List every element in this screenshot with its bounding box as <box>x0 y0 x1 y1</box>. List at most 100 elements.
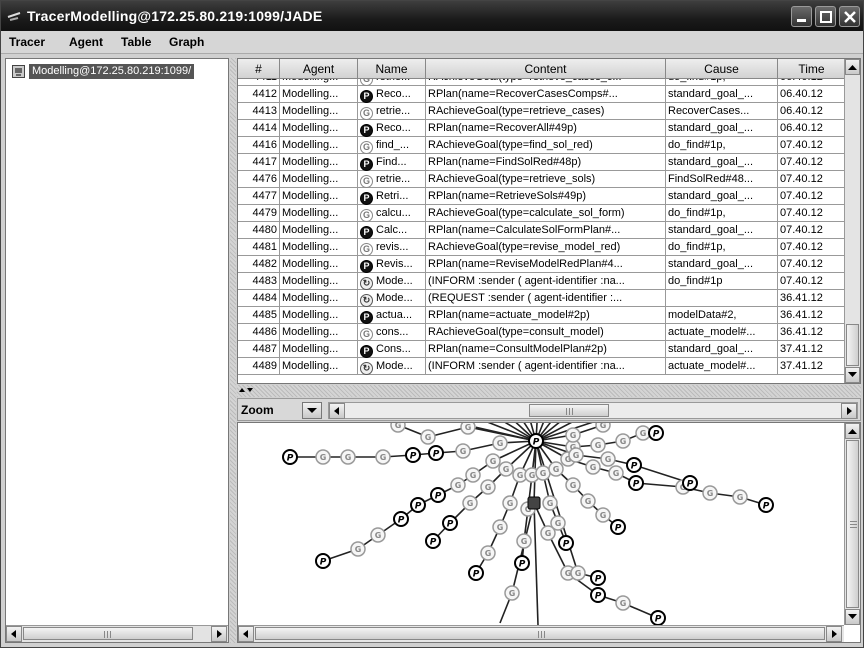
scroll-down-button[interactable] <box>845 367 860 383</box>
hub-plan-node-icon[interactable]: P <box>528 433 544 449</box>
scroll-left-button[interactable] <box>329 403 345 419</box>
table-row[interactable]: 4487 Modelling... P Cons... RPlan(name=Consu… <box>238 341 846 358</box>
goal-node-icon[interactable]: G <box>565 477 581 493</box>
table-row[interactable]: 4480 Modelling... P Calc... RPlan(name=Calcu… <box>238 222 846 239</box>
table-row[interactable]: 4486 Modelling... Gcons... RAchieveGoal(typ… <box>238 324 846 341</box>
goal-node-icon[interactable]: G <box>455 443 471 459</box>
plan-node-icon[interactable]: P <box>468 565 484 581</box>
table-row[interactable]: 4489 Modelling... ↻ Mode... (INFORM :sender … <box>238 358 846 375</box>
table-row[interactable]: 4414 Modelling... P Reco... RPlan(name=Recov… <box>238 120 846 137</box>
goal-node-icon[interactable]: G <box>502 495 518 511</box>
plan-node-icon[interactable]: P <box>405 447 421 463</box>
goal-node-icon[interactable]: G <box>568 447 584 463</box>
title-bar[interactable]: TracerModelling@172.25.80.219:1099/JADE <box>1 1 863 31</box>
goal-node-icon[interactable]: G <box>465 467 481 483</box>
plan-node-icon[interactable]: P <box>393 511 409 527</box>
menu-graph[interactable]: Graph <box>169 35 204 49</box>
goal-node-icon[interactable]: G <box>635 425 651 441</box>
menu-agent[interactable]: Agent <box>69 35 103 49</box>
column-header-cause[interactable]: Cause <box>666 59 778 79</box>
vertical-splitter[interactable] <box>230 58 236 643</box>
scroll-thumb[interactable] <box>23 627 193 640</box>
scroll-up-button[interactable] <box>845 423 860 439</box>
scroll-up-button[interactable] <box>845 59 860 75</box>
zoom-scroll-thumb[interactable] <box>529 404 609 417</box>
plan-node-icon[interactable]: P <box>628 475 644 491</box>
goal-node-icon[interactable]: G <box>504 585 520 601</box>
goal-node-icon[interactable]: G <box>570 565 586 581</box>
scroll-thumb[interactable] <box>255 627 825 640</box>
table-row[interactable]: 4479 Modelling... Gcalcu... RAchieveGoal(ty… <box>238 205 846 222</box>
column-header-agent[interactable]: Agent <box>280 59 358 79</box>
column-header-number[interactable]: # <box>238 59 280 79</box>
close-button[interactable] <box>839 6 860 27</box>
menu-tracer[interactable]: Tracer <box>9 35 45 49</box>
goal-node-icon[interactable]: G <box>565 427 581 443</box>
scroll-thumb[interactable] <box>846 440 859 608</box>
table-row[interactable]: 4413 Modelling... Gretrie... RAchieveGoal(t… <box>238 103 846 120</box>
goal-node-icon[interactable]: G <box>375 449 391 465</box>
scroll-right-button[interactable] <box>211 626 227 642</box>
goal-node-icon[interactable]: G <box>585 459 601 475</box>
table-row[interactable]: 4477 Modelling... P Retri... RPlan(name=Retr… <box>238 188 846 205</box>
goal-node-icon[interactable]: G <box>315 449 331 465</box>
goal-node-icon[interactable]: G <box>350 541 366 557</box>
column-header-name[interactable]: Name <box>358 59 426 79</box>
table-row[interactable]: 4417 Modelling... P Find... RPlan(name=FindS… <box>238 154 846 171</box>
column-header-content[interactable]: Content <box>426 59 666 79</box>
table-vertical-scrollbar[interactable] <box>844 59 860 383</box>
plan-node-icon[interactable]: P <box>682 475 698 491</box>
plan-node-icon[interactable]: P <box>648 425 664 441</box>
goal-node-icon[interactable]: G <box>420 429 436 445</box>
scroll-right-button[interactable] <box>826 626 842 642</box>
goal-node-icon[interactable]: G <box>492 519 508 535</box>
goal-node-icon[interactable]: G <box>732 489 748 505</box>
goal-node-icon[interactable]: G <box>340 449 356 465</box>
table-row[interactable]: 4416 Modelling... Gfind_... RAchieveGoal(ty… <box>238 137 846 154</box>
goal-node-icon[interactable]: G <box>608 465 624 481</box>
maximize-button[interactable] <box>815 6 836 27</box>
plan-node-icon[interactable]: P <box>590 570 606 586</box>
plan-node-icon[interactable]: P <box>610 519 626 535</box>
table-row[interactable]: 4483 Modelling... ↻ Mode... (INFORM :sender … <box>238 273 846 290</box>
goal-node-icon[interactable]: G <box>702 485 718 501</box>
goal-node-icon[interactable]: G <box>595 423 611 433</box>
plan-node-icon[interactable]: P <box>626 457 642 473</box>
table-row[interactable]: 4412 Modelling... P Reco... RPlan(name=Recov… <box>238 86 846 103</box>
goal-node-icon[interactable]: G <box>535 465 551 481</box>
tree-horizontal-scrollbar[interactable] <box>6 625 228 642</box>
goal-node-icon[interactable]: G <box>450 477 466 493</box>
table-row[interactable]: 4411Modelling...Gretrie...RAchieveGoal(t… <box>238 79 846 86</box>
graph-vertical-scrollbar[interactable] <box>844 423 860 625</box>
scroll-right-button[interactable] <box>841 403 857 419</box>
plan-node-icon[interactable]: P <box>514 555 530 571</box>
table-row[interactable]: 4482 Modelling... P Revis... RPlan(name=Revi… <box>238 256 846 273</box>
plan-node-icon[interactable]: P <box>590 587 606 603</box>
plan-node-icon[interactable]: P <box>558 535 574 551</box>
goal-node-icon[interactable]: G <box>485 453 501 469</box>
graph-canvas[interactable]: GGGGGPPGGGP GGGPPPGGPGGGPPGGGGPGGGPGGGPGG… <box>238 423 844 625</box>
zoom-scrollbar[interactable] <box>328 402 858 419</box>
scroll-down-button[interactable] <box>845 609 860 625</box>
goal-node-icon[interactable]: G <box>548 461 564 477</box>
tree-item-modelling[interactable]: Modelling@172.25.80.219:1099/ <box>12 63 195 80</box>
goal-node-icon[interactable]: G <box>390 423 406 433</box>
goal-node-icon[interactable]: G <box>492 435 508 451</box>
goal-plan-graph[interactable]: GGGGGPPGGGPGGGPPPGGPGGGPPGGGGPGGGPGGGPGG… <box>237 422 861 643</box>
goal-node-icon[interactable]: G <box>600 451 616 467</box>
plan-node-icon[interactable]: P <box>430 487 446 503</box>
goal-node-icon[interactable]: G <box>542 495 558 511</box>
scroll-left-button[interactable] <box>238 626 254 642</box>
goal-node-icon[interactable]: G <box>595 507 611 523</box>
scroll-thumb[interactable] <box>846 324 859 366</box>
plan-node-icon[interactable]: P <box>758 497 774 513</box>
column-header-time[interactable]: Time <box>778 59 846 79</box>
plan-node-icon[interactable]: P <box>428 445 444 461</box>
table-row[interactable]: 4484 Modelling... ↻ Mode... (REQUEST :sender… <box>238 290 846 307</box>
goal-node-icon[interactable]: G <box>516 533 532 549</box>
goal-node-icon[interactable]: G <box>540 525 556 541</box>
plan-node-icon[interactable]: P <box>650 610 666 625</box>
goal-node-icon[interactable]: G <box>590 437 606 453</box>
zoom-dropdown[interactable] <box>302 402 322 419</box>
goal-node-icon[interactable]: G <box>462 495 478 511</box>
